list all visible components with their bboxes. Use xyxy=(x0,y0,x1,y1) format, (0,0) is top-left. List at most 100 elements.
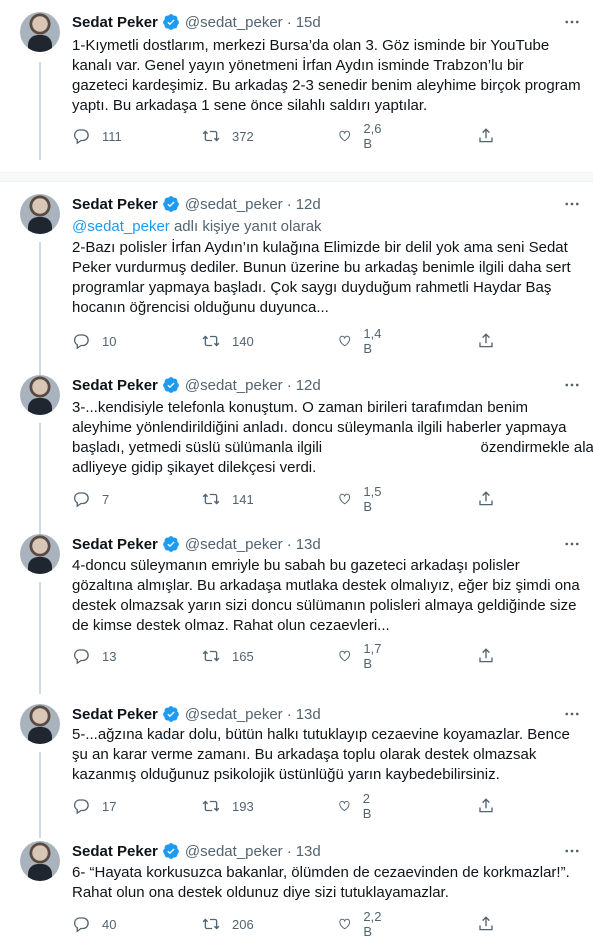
retweet-button[interactable]: 193 xyxy=(202,796,254,816)
share-button[interactable] xyxy=(477,914,495,934)
tweet-text-line: adliyeye gidip şikayet dilekçesi verdi. xyxy=(72,459,317,476)
tweet-text-line: kanalı var. Genel yayın yönetmeni İrfan … xyxy=(72,57,524,74)
timestamp[interactable]: 13d xyxy=(296,843,321,860)
reply-count: 13 xyxy=(102,648,117,664)
mention-link[interactable]: @sedat_peker xyxy=(72,218,170,235)
like-button[interactable]: 2 B xyxy=(338,791,377,821)
verified-badge-icon xyxy=(163,377,179,393)
tweet-text-line: aleyhime yönlendirildiğini anladı. doncu… xyxy=(72,419,567,436)
handle[interactable]: @sedat_peker xyxy=(185,843,283,860)
like-button[interactable]: 1,4 B xyxy=(338,326,386,356)
retweet-button[interactable]: 206 xyxy=(202,914,254,934)
retweet-count: 140 xyxy=(232,333,254,349)
like-button[interactable]: 2,6 B xyxy=(338,121,386,151)
tweet-text-line: yaptı. Bu arkadaşa 1 sene önce silahlı s… xyxy=(72,97,428,114)
display-name[interactable]: Sedat Peker xyxy=(72,706,158,723)
retweet-button[interactable]: 140 xyxy=(202,331,254,351)
retweet-button[interactable]: 372 xyxy=(202,126,254,146)
reply-button[interactable]: 7 xyxy=(72,489,109,509)
display-name[interactable]: Sedat Peker xyxy=(72,536,158,553)
tweet-text-line: de kimse destek olmaz. Rahat olun cezaev… xyxy=(72,617,390,634)
display-name[interactable]: Sedat Peker xyxy=(72,843,158,860)
like-count: 2,2 B xyxy=(363,909,382,939)
separator-dot: · xyxy=(286,195,292,213)
handle[interactable]: @sedat_peker xyxy=(185,536,283,553)
handle[interactable]: @sedat_peker xyxy=(185,196,283,213)
tweet-text-line: kazanmış olduğunuz psikolojik üstünlüğü … xyxy=(72,766,500,783)
share-button[interactable] xyxy=(477,489,495,509)
tweet-text-line: hocanın öğrencisi olduğunu duyunca... xyxy=(72,299,329,316)
avatar[interactable] xyxy=(20,194,60,234)
display-name[interactable]: Sedat Peker xyxy=(72,14,158,31)
thread-line xyxy=(39,423,41,535)
more-options-icon[interactable] xyxy=(561,841,583,861)
like-button[interactable]: 1,5 B xyxy=(338,484,386,514)
tweet-header: Sedat Peker @sedat_peker · 15d xyxy=(72,12,321,32)
retweet-icon xyxy=(202,130,220,142)
tweet-text-line: gazeteci kardeşimiz. Bu arkadaş 2-3 sene… xyxy=(72,77,581,94)
share-icon xyxy=(479,648,493,663)
more-options-icon[interactable] xyxy=(561,12,583,32)
separator-dot: · xyxy=(286,13,292,31)
tweet-text-line: 5-...ağzına kadar dolu, bütün halkı tutu… xyxy=(72,726,570,743)
retweet-icon xyxy=(202,493,220,505)
retweet-button[interactable]: 165 xyxy=(202,646,254,666)
more-options-icon[interactable] xyxy=(561,375,583,395)
share-button[interactable] xyxy=(477,646,495,666)
reply-button[interactable]: 111 xyxy=(72,126,122,146)
timestamp[interactable]: 13d xyxy=(296,536,321,553)
avatar[interactable] xyxy=(20,841,60,881)
display-name[interactable]: Sedat Peker xyxy=(72,196,158,213)
timestamp[interactable]: 13d xyxy=(296,706,321,723)
thread-line xyxy=(39,242,41,382)
retweet-button[interactable]: 141 xyxy=(202,489,254,509)
share-icon xyxy=(479,128,493,143)
display-name[interactable]: Sedat Peker xyxy=(72,377,158,394)
thread-line xyxy=(39,582,41,694)
share-button[interactable] xyxy=(477,126,495,146)
share-icon xyxy=(479,916,493,931)
handle[interactable]: @sedat_peker xyxy=(185,706,283,723)
timestamp[interactable]: 15d xyxy=(296,14,321,31)
reply-button[interactable]: 10 xyxy=(72,331,116,351)
reply-count: 17 xyxy=(102,798,117,814)
tweet-text-line: programlar yapmaya başladı. Çok saygı du… xyxy=(72,279,552,296)
retweet-icon xyxy=(202,918,220,930)
more-options-icon[interactable] xyxy=(561,704,583,724)
like-count: 2,6 B xyxy=(363,121,382,151)
retweet-count: 193 xyxy=(232,798,254,814)
reply-button[interactable]: 40 xyxy=(72,914,116,934)
handle[interactable]: @sedat_peker xyxy=(185,14,283,31)
tweet-text-line: 2-Bazı polisler İrfan Aydın’ın kulağına … xyxy=(72,239,568,256)
tweet-text-line: gözaltına almışlar. Bu arkadaşa mutlaka … xyxy=(72,577,580,594)
timestamp[interactable]: 12d xyxy=(296,196,321,213)
avatar[interactable] xyxy=(20,12,60,52)
thread-divider xyxy=(0,172,593,182)
tweet-text: 4-doncu süleymanın emriyle bu sabah bu g… xyxy=(72,556,582,636)
tweet-text: 5-...ağzına kadar dolu, bütün halkı tutu… xyxy=(72,725,582,785)
handle[interactable]: @sedat_peker xyxy=(185,377,283,394)
reply-button[interactable]: 17 xyxy=(72,796,116,816)
like-button[interactable]: 2,2 B xyxy=(338,909,386,939)
like-button[interactable]: 1,7 B xyxy=(338,641,386,671)
timestamp[interactable]: 12d xyxy=(296,377,321,394)
separator-dot: · xyxy=(286,376,292,394)
avatar[interactable] xyxy=(20,704,60,744)
verified-badge-icon xyxy=(163,843,179,859)
retweet-count: 206 xyxy=(232,916,254,932)
reply-button[interactable]: 13 xyxy=(72,646,116,666)
share-button[interactable] xyxy=(477,331,495,351)
share-button[interactable] xyxy=(477,796,495,816)
avatar[interactable] xyxy=(20,534,60,574)
heart-icon xyxy=(339,650,351,662)
more-options-icon[interactable] xyxy=(561,194,583,214)
tweet-text-line: destek olmazsak yarın sizi doncu sülüman… xyxy=(72,597,577,614)
avatar[interactable] xyxy=(20,375,60,415)
retweet-icon xyxy=(202,650,220,662)
reply-icon xyxy=(73,649,89,665)
reply-icon xyxy=(73,917,89,933)
retweet-icon xyxy=(202,800,220,812)
more-options-icon[interactable] xyxy=(561,534,583,554)
like-count: 1,7 B xyxy=(363,641,382,671)
tweet-text: 3-...kendisiyle telefonla konuştum. O za… xyxy=(72,398,593,478)
